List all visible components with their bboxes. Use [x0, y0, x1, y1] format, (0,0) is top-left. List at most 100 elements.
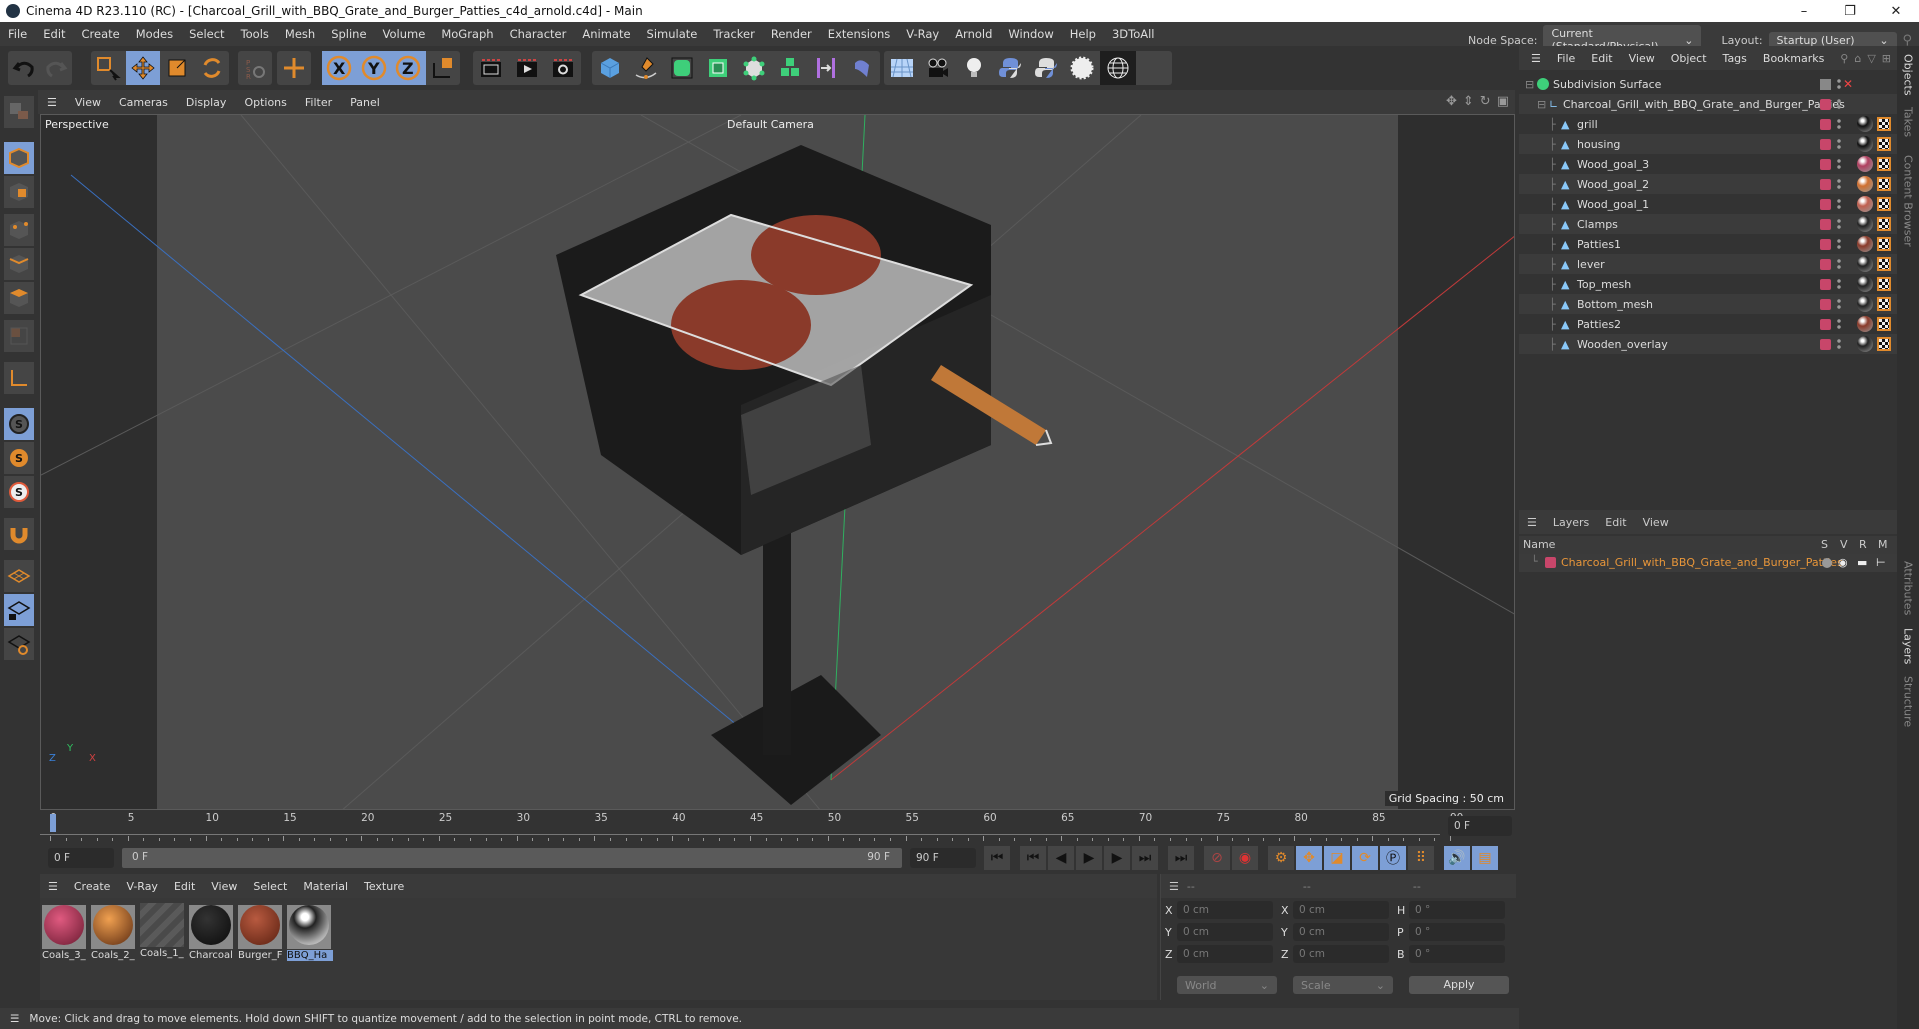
disabled-x-icon[interactable]: ✕	[1843, 77, 1853, 91]
autokey-button[interactable]: ◉	[1232, 846, 1258, 870]
rot-field[interactable]: 0 °	[1409, 901, 1505, 919]
layer-color-swatch[interactable]	[1545, 557, 1556, 568]
texture-tag-icon[interactable]	[1877, 257, 1891, 271]
new-window-icon[interactable]: ⊞	[1882, 52, 1891, 65]
layer-color-swatch[interactable]	[1820, 258, 1831, 270]
tab-objects[interactable]: Objects	[1897, 52, 1919, 98]
psr-button[interactable]: PSR	[238, 51, 272, 85]
layer-color-swatch[interactable]	[1820, 158, 1831, 170]
layer-color-swatch[interactable]	[1820, 298, 1831, 310]
material-tag[interactable]	[1857, 136, 1873, 152]
visibility-dots[interactable]	[1837, 338, 1841, 350]
texture-tag-icon[interactable]	[1877, 217, 1891, 231]
subdivision-surface-button[interactable]	[664, 51, 700, 85]
rotate-tool-button[interactable]	[195, 51, 230, 85]
layer-color-swatch[interactable]	[1820, 198, 1831, 210]
undo-button[interactable]	[8, 51, 40, 85]
solo-toggle[interactable]	[1822, 558, 1832, 568]
material-tag[interactable]	[1857, 156, 1873, 172]
hamburger-icon[interactable]: ☰	[1523, 52, 1549, 65]
manager-hierarchy-icon[interactable]: ⊢	[1876, 556, 1886, 569]
pen-spline-button[interactable]	[628, 51, 664, 85]
apply-button[interactable]: Apply	[1409, 976, 1509, 994]
menu-render[interactable]: Render	[763, 27, 820, 41]
tab-content-browser[interactable]: Content Browser	[1897, 146, 1919, 256]
object-menu-object[interactable]: Object	[1663, 52, 1715, 65]
workplane-align-button[interactable]	[4, 628, 34, 660]
object-row[interactable]: ├ ▲ Top_mesh	[1519, 274, 1897, 294]
cloner-button[interactable]	[736, 51, 772, 85]
object-menu-tags[interactable]: Tags	[1715, 52, 1755, 65]
material-tag[interactable]	[1857, 276, 1873, 292]
menu-create[interactable]: Create	[74, 27, 128, 41]
object-row[interactable]: ├ ▲ Clamps	[1519, 214, 1897, 234]
key-parameter-button[interactable]: Ⓟ	[1380, 846, 1406, 870]
hamburger-icon[interactable]: ☰	[38, 96, 66, 109]
object-row[interactable]: ├ ▲ Wood_goal_2	[1519, 174, 1897, 194]
visibility-dots[interactable]	[1837, 198, 1841, 210]
material-menu-material[interactable]: Material	[295, 880, 356, 893]
texture-tag-icon[interactable]	[1877, 117, 1891, 131]
uv-mode-button[interactable]	[4, 320, 34, 352]
layer-color-swatch[interactable]	[1820, 138, 1831, 150]
next-frame-button[interactable]: ▶	[1104, 846, 1130, 870]
object-row-subdivision-surface[interactable]: ⊟ Subdivision Surface ✕	[1519, 74, 1897, 94]
texture-tag-icon[interactable]	[1877, 297, 1891, 311]
live-selection-button[interactable]	[91, 51, 126, 85]
object-menu-file[interactable]: File	[1549, 52, 1583, 65]
settings-gear-button[interactable]	[1064, 51, 1100, 85]
rot-field[interactable]: 0 °	[1409, 945, 1505, 963]
material-bbq-handle[interactable]: BBQ_Ha	[287, 903, 333, 961]
material-menu-create[interactable]: Create	[66, 880, 119, 893]
viewport-menu-panel[interactable]: Panel	[341, 96, 389, 109]
visibility-dots[interactable]	[1837, 238, 1841, 250]
snap-workplane-button[interactable]: S	[4, 476, 34, 508]
size-field[interactable]: 0 cm	[1293, 901, 1389, 919]
extrude-button[interactable]	[700, 51, 736, 85]
visibility-dots[interactable]	[1837, 178, 1841, 190]
prev-frame-button[interactable]: ◀	[1048, 846, 1074, 870]
material-tag[interactable]	[1857, 316, 1873, 332]
hamburger-icon[interactable]: ☰	[1519, 516, 1545, 529]
layer-color-swatch[interactable]	[1820, 98, 1831, 110]
menu-mesh[interactable]: Mesh	[277, 27, 323, 41]
keyframe-settings-button[interactable]: ⚙	[1268, 846, 1294, 870]
snap-settings-button[interactable]: S	[4, 442, 34, 474]
material-coals-1[interactable]: Coals_1_	[140, 903, 184, 961]
material-menu-vray[interactable]: V-Ray	[118, 880, 166, 893]
edge-mode-button[interactable]	[4, 248, 34, 280]
layer-color-swatch[interactable]	[1820, 278, 1831, 290]
start-frame-field[interactable]: 0 F	[48, 848, 114, 868]
maximize-view-icon[interactable]: ▣	[1497, 94, 1509, 109]
hamburger-icon[interactable]: ☰	[1161, 880, 1187, 893]
menu-tools[interactable]: Tools	[233, 27, 277, 41]
material-tag[interactable]	[1857, 116, 1873, 132]
viewport-menu-display[interactable]: Display	[177, 96, 236, 109]
menu-volume[interactable]: Volume	[375, 27, 434, 41]
redo-button[interactable]	[40, 51, 72, 85]
coordinate-system-button[interactable]	[426, 51, 461, 85]
workplane-button[interactable]	[4, 560, 34, 592]
key-rotation-button[interactable]: ⟳	[1352, 846, 1378, 870]
move-tool-button[interactable]	[125, 51, 160, 85]
dolly-view-icon[interactable]: ⇕	[1463, 94, 1474, 109]
menu-window[interactable]: Window	[1000, 27, 1061, 41]
material-menu-texture[interactable]: Texture	[356, 880, 412, 893]
object-row[interactable]: ├ ▲ Wood_goal_1	[1519, 194, 1897, 214]
material-tag[interactable]	[1857, 236, 1873, 252]
render-view-button[interactable]	[473, 51, 509, 85]
coordinate-mode-select[interactable]: World ⌄	[1177, 976, 1277, 994]
layer-row[interactable]: └ Charcoal_Grill_with_BBQ_Grate_and_Burg…	[1519, 554, 1897, 572]
menu-vray[interactable]: V-Ray	[898, 27, 947, 41]
layer-color-swatch[interactable]	[1820, 178, 1831, 190]
material-menu-edit[interactable]: Edit	[166, 880, 203, 893]
snap-button[interactable]: S	[4, 408, 34, 440]
menu-animate[interactable]: Animate	[574, 27, 638, 41]
rot-field[interactable]: 0 °	[1409, 923, 1505, 941]
layer-color-swatch[interactable]	[1820, 218, 1831, 230]
x-axis-button[interactable]: X	[322, 51, 357, 85]
object-row[interactable]: ├ ▲ Wooden_overlay	[1519, 334, 1897, 354]
menu-select[interactable]: Select	[181, 27, 232, 41]
deformer-button[interactable]	[808, 51, 844, 85]
hamburger-icon[interactable]: ☰	[40, 880, 66, 893]
